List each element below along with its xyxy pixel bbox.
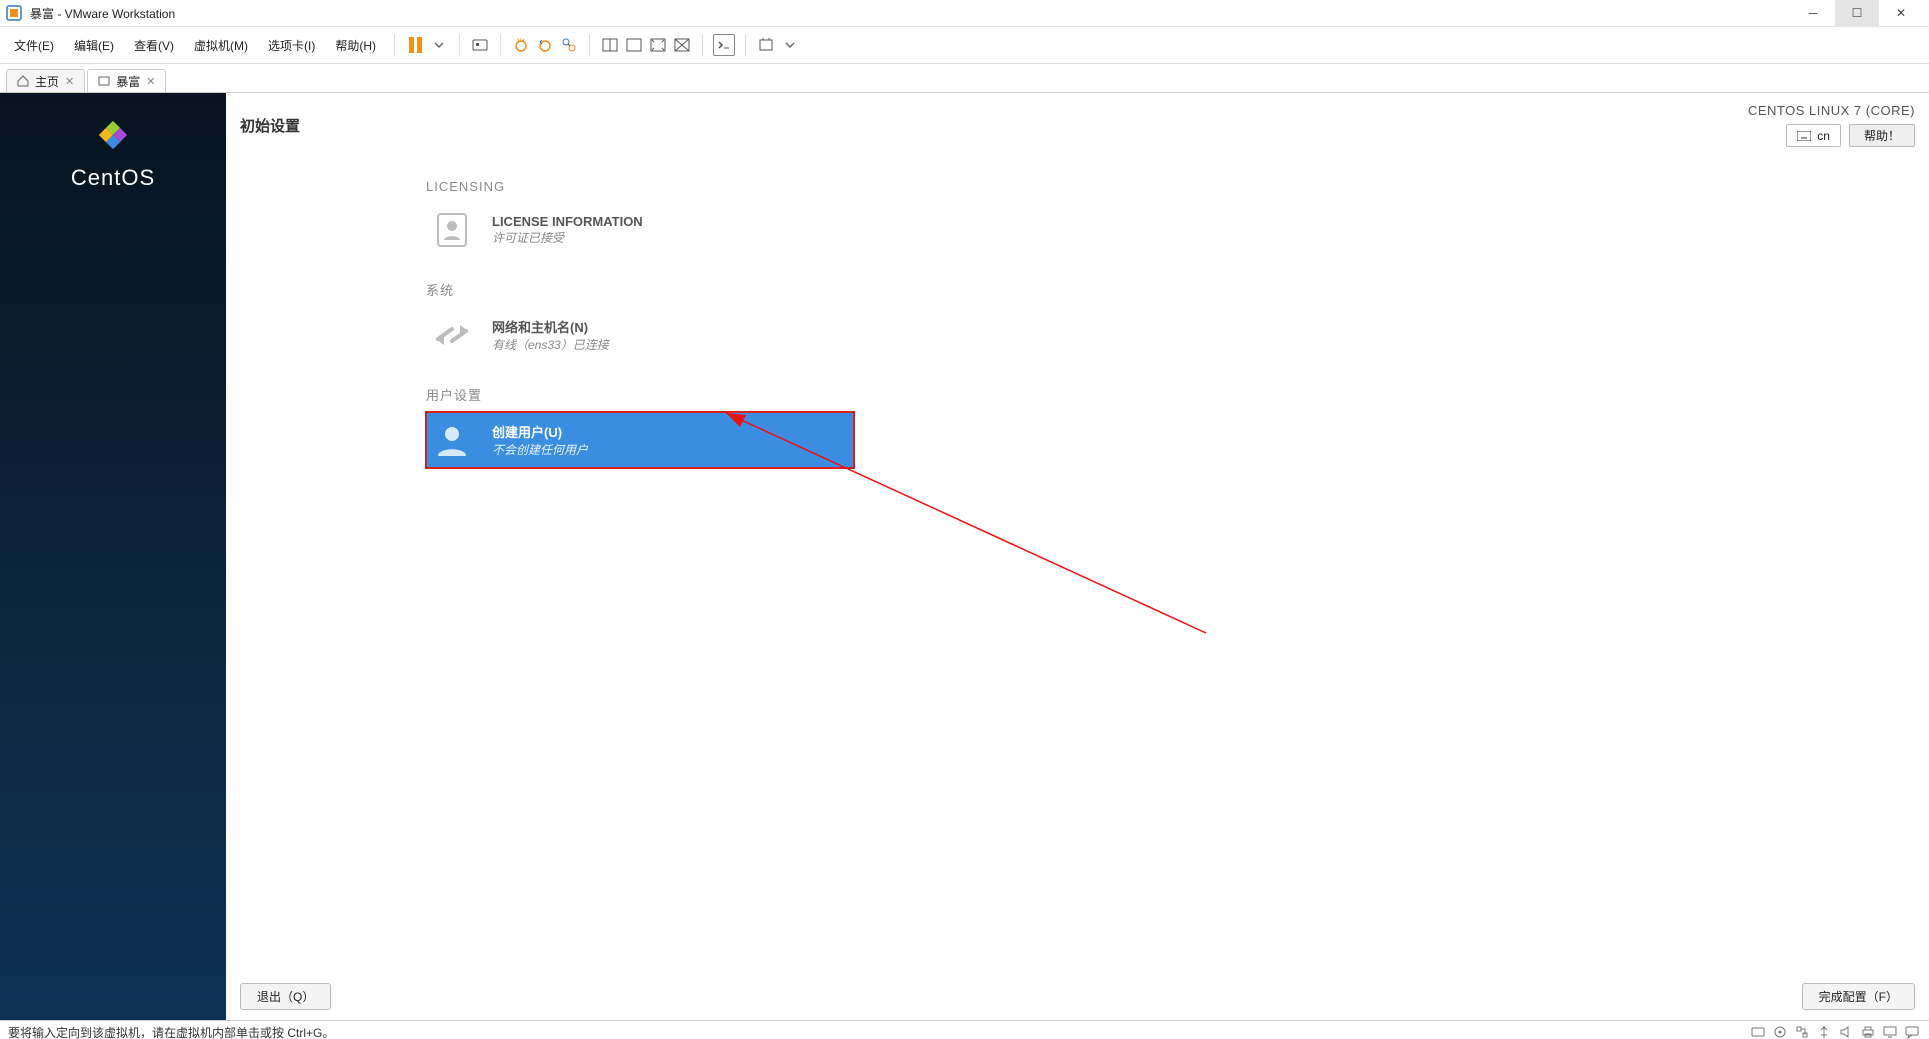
window-close-button[interactable]: ✕	[1879, 0, 1923, 26]
guest-screen[interactable]: 初始设置 CENTOS LINUX 7 (CORE) cn 帮助！ LICENS…	[226, 93, 1929, 1020]
keyboard-layout-code: cn	[1817, 129, 1830, 143]
send-ctrl-alt-del-icon[interactable]	[470, 35, 490, 55]
category-system: 系统	[426, 280, 1326, 299]
help-button[interactable]: 帮助！	[1849, 124, 1915, 147]
status-network-icon[interactable]	[1793, 1023, 1811, 1039]
view-console-icon[interactable]	[624, 35, 644, 55]
spoke-user-title: 创建用户(U)	[492, 422, 588, 441]
vmware-icon	[6, 5, 22, 21]
menu-file[interactable]: 文件(E)	[6, 33, 62, 58]
spoke-license-sub: 许可证已接受	[492, 229, 643, 246]
status-cd-icon[interactable]	[1771, 1023, 1789, 1039]
keyboard-icon	[1797, 131, 1811, 141]
spoke-network-title: 网络和主机名(N)	[492, 317, 609, 336]
power-dropdown-icon[interactable]	[429, 35, 449, 55]
menu-help[interactable]: 帮助(H)	[327, 33, 384, 58]
tab-home[interactable]: 主页 ✕	[6, 69, 85, 92]
spoke-network-sub: 有线（ens33）已连接	[492, 336, 609, 353]
tab-vm[interactable]: 暴富 ✕	[87, 69, 166, 92]
statusbar: 要将输入定向到该虚拟机，请在虚拟机内部单击或按 Ctrl+G。	[0, 1020, 1929, 1039]
window-title: 暴富 - VMware Workstation	[30, 5, 175, 22]
tab-vm-label: 暴富	[116, 73, 140, 90]
guest-sidebar: CentOS	[0, 93, 226, 1020]
fullscreen-dropdown-icon[interactable]	[780, 35, 800, 55]
category-user: 用户设置	[426, 385, 1326, 404]
keyboard-layout-button[interactable]: cn	[1786, 124, 1841, 147]
status-message-icon[interactable]	[1903, 1023, 1921, 1039]
os-label: CENTOS LINUX 7 (CORE)	[1748, 103, 1915, 118]
status-display-icon[interactable]	[1881, 1023, 1899, 1039]
quit-button[interactable]: 退出（Q）	[240, 983, 331, 1010]
snapshot-revert-icon[interactable]	[535, 35, 555, 55]
tab-vm-close[interactable]: ✕	[146, 75, 155, 88]
status-sound-icon[interactable]	[1837, 1023, 1855, 1039]
view-stretch-icon[interactable]	[648, 35, 668, 55]
finish-config-button[interactable]: 完成配置（F）	[1802, 983, 1915, 1010]
pause-button[interactable]	[405, 35, 425, 55]
spoke-license-title: LICENSE INFORMATION	[492, 214, 643, 229]
workspace: CentOS 初始设置 CENTOS LINUX 7 (CORE) cn 帮助！…	[0, 93, 1929, 1020]
spoke-user-sub: 不会创建任何用户	[492, 441, 588, 458]
statusbar-hint: 要将输入定向到该虚拟机，请在虚拟机内部单击或按 Ctrl+G。	[8, 1024, 334, 1039]
menu-tabs[interactable]: 选项卡(I)	[260, 33, 323, 58]
window-maximize-button[interactable]: ☐	[1835, 0, 1879, 26]
spoke-create-user[interactable]: 创建用户(U) 不会创建任何用户	[426, 412, 854, 468]
initial-setup-title: 初始设置	[240, 115, 300, 136]
status-disk-icon[interactable]	[1749, 1023, 1767, 1039]
home-icon	[17, 75, 29, 87]
quick-switch-icon[interactable]	[713, 34, 735, 56]
menu-view[interactable]: 查看(V)	[126, 33, 182, 58]
window-minimize-button[interactable]: ─	[1791, 0, 1835, 26]
view-single-icon[interactable]	[600, 35, 620, 55]
menu-edit[interactable]: 编辑(E)	[66, 33, 122, 58]
network-icon	[430, 313, 474, 357]
license-icon	[430, 208, 474, 252]
spoke-network[interactable]: 网络和主机名(N) 有线（ens33）已连接	[426, 307, 854, 363]
category-licensing: LICENSING	[426, 179, 1326, 194]
menu-vm[interactable]: 虚拟机(M)	[186, 33, 256, 58]
status-printer-icon[interactable]	[1859, 1023, 1877, 1039]
tab-strip: 主页 ✕ 暴富 ✕	[0, 64, 1929, 93]
tab-home-close[interactable]: ✕	[65, 75, 74, 88]
tab-home-label: 主页	[35, 73, 59, 90]
window-titlebar: 暴富 - VMware Workstation ─ ☐ ✕	[0, 0, 1929, 27]
centos-logo: CentOS	[71, 113, 155, 191]
snapshot-manager-icon[interactable]	[559, 35, 579, 55]
user-icon	[430, 418, 474, 462]
status-usb-icon[interactable]	[1815, 1023, 1833, 1039]
centos-brand-text: CentOS	[71, 165, 155, 191]
snapshot-take-icon[interactable]	[511, 35, 531, 55]
fullscreen-icon[interactable]	[756, 35, 776, 55]
menubar: 文件(E) 编辑(E) 查看(V) 虚拟机(M) 选项卡(I) 帮助(H)	[0, 27, 1929, 64]
spoke-license[interactable]: LICENSE INFORMATION 许可证已接受	[426, 202, 854, 258]
vm-tab-icon	[98, 75, 110, 87]
view-unity-icon[interactable]	[672, 35, 692, 55]
